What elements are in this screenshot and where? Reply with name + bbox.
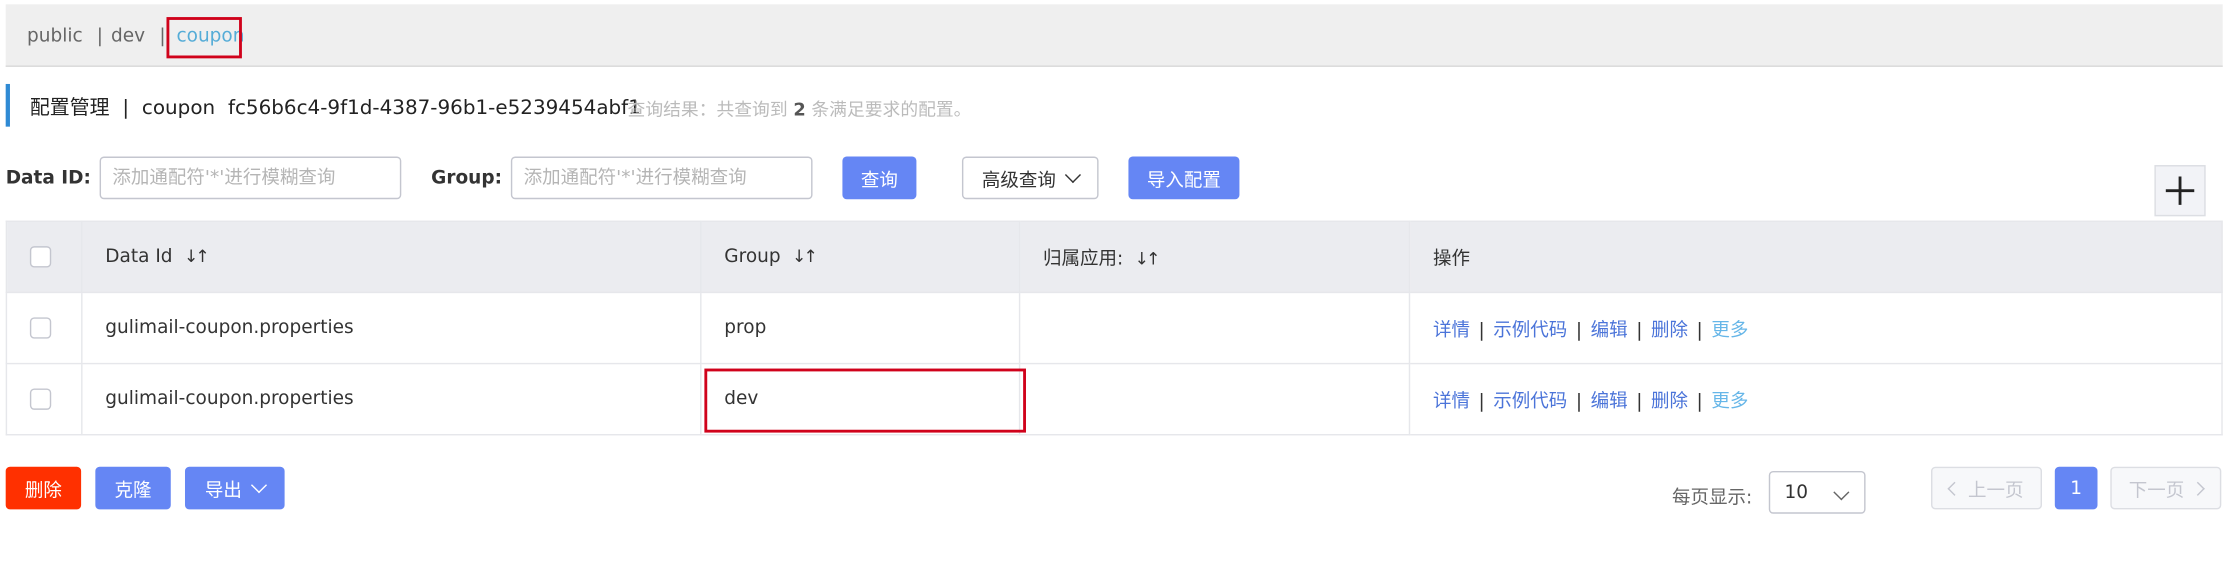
- namespace-tab-bar: public | dev | coupon: [5, 4, 2223, 67]
- page-size-label: 每页显示:: [1672, 488, 1753, 510]
- edit-link[interactable]: 编辑: [1591, 391, 1628, 412]
- detail-link[interactable]: 详情: [1433, 320, 1470, 341]
- chevron-down-icon: [1064, 166, 1081, 183]
- column-header-group[interactable]: Group ↓↑: [700, 220, 1021, 294]
- action-separator: |: [1636, 320, 1643, 342]
- table-row: gulimail-coupon.properties dev 详情 | 示例代码 | 编…: [5, 362, 2223, 436]
- column-header-app[interactable]: 归属应用: ↓↑: [1018, 220, 1411, 294]
- current-page-button[interactable]: 1: [2054, 466, 2098, 510]
- action-separator: |: [1696, 391, 1703, 413]
- next-page-label: 下一页: [2128, 480, 2185, 502]
- chevron-down-icon: [1833, 484, 1850, 501]
- plus-icon: [2165, 176, 2195, 205]
- data-id-cell: gulimail-coupon.properties: [81, 291, 702, 365]
- chevron-right-icon: [2190, 481, 2205, 496]
- sort-icon[interactable]: ↓↑: [184, 246, 210, 266]
- clone-button[interactable]: 克隆: [95, 466, 171, 510]
- next-page-button[interactable]: 下一页: [2110, 466, 2222, 510]
- column-label: 归属应用:: [1043, 249, 1124, 271]
- query-result-count: 2: [793, 98, 806, 120]
- page-root: public | dev | coupon 配置管理 | coupon fc56b6c…: [0, 0, 2226, 569]
- page-size-value: 10: [1784, 482, 1808, 504]
- sample-code-link[interactable]: 示例代码: [1493, 320, 1567, 341]
- delete-link[interactable]: 删除: [1651, 320, 1688, 341]
- action-separator: |: [1478, 391, 1485, 413]
- prev-page-label: 上一页: [1967, 480, 2024, 502]
- table-header-row: Data Id ↓↑ Group ↓↑ 归属应用: ↓↑ 操作: [5, 220, 2223, 294]
- namespace-separator: |: [159, 25, 166, 47]
- column-label: Group: [724, 246, 781, 268]
- import-config-button[interactable]: 导入配置: [1128, 156, 1240, 200]
- column-label: Data Id: [105, 246, 173, 268]
- advanced-query-button[interactable]: 高级查询: [961, 156, 1099, 200]
- query-result-prefix: 查询结果：共查询到: [627, 98, 788, 120]
- row-select-cell: [5, 291, 83, 365]
- action-separator: |: [1696, 320, 1703, 342]
- select-all-cell: [5, 220, 83, 294]
- namespace-separator: |: [96, 25, 104, 47]
- title-namespace-id: fc56b6c4-9f1d-4387-96b1-e5239454abf1: [227, 96, 641, 120]
- advanced-query-label: 高级查询: [981, 170, 1056, 192]
- query-result-text: 查询结果：共查询到 2 条满足要求的配置。: [628, 94, 972, 121]
- action-separator: |: [1575, 391, 1583, 413]
- row-checkbox[interactable]: [29, 388, 52, 410]
- group-search-input[interactable]: [510, 156, 813, 200]
- title-namespace-name: coupon: [141, 96, 216, 120]
- sample-code-link[interactable]: 示例代码: [1493, 391, 1567, 412]
- table-row: gulimail-coupon.properties prop 详情 | 示例代码 |…: [5, 291, 2223, 365]
- highlight-box-group-cell: [704, 368, 1026, 433]
- more-link[interactable]: 更多: [1711, 320, 1748, 341]
- action-separator: |: [1478, 320, 1485, 342]
- column-label: 操作: [1432, 249, 1470, 271]
- chevron-left-icon: [1947, 481, 1962, 496]
- select-all-checkbox[interactable]: [29, 246, 52, 268]
- title-separator: |: [122, 96, 130, 120]
- add-config-button[interactable]: [2154, 165, 2206, 217]
- actions-cell: 详情 | 示例代码 | 编辑 | 删除 | 更多: [1408, 362, 2223, 436]
- data-id-label: Data ID:: [5, 167, 91, 190]
- row-checkbox[interactable]: [29, 317, 52, 339]
- chevron-down-icon: [250, 476, 268, 493]
- prev-page-button[interactable]: 上一页: [1931, 466, 2043, 510]
- action-separator: |: [1636, 391, 1643, 413]
- edit-link[interactable]: 编辑: [1591, 320, 1628, 341]
- row-select-cell: [5, 362, 83, 436]
- group-label: Group:: [431, 167, 503, 190]
- column-header-data-id[interactable]: Data Id ↓↑: [81, 220, 702, 294]
- namespace-tab-public[interactable]: public: [27, 26, 83, 47]
- sort-icon[interactable]: ↓↑: [1135, 249, 1161, 269]
- detail-link[interactable]: 详情: [1433, 391, 1470, 412]
- highlight-box-namespace: [166, 17, 242, 59]
- data-id-search-input[interactable]: [99, 156, 402, 200]
- page-size-select[interactable]: 10: [1768, 471, 1866, 514]
- page-title: 配置管理 | coupon fc56b6c4-9f1d-4387-96b1-e5239…: [30, 92, 641, 120]
- app-cell: [1018, 362, 1411, 436]
- group-cell: prop: [700, 291, 1021, 365]
- page-title-bar: 配置管理 | coupon fc56b6c4-9f1d-4387-96b1-e5239…: [5, 83, 641, 127]
- sort-icon[interactable]: ↓↑: [792, 246, 818, 266]
- title-section: 配置管理: [29, 96, 110, 120]
- export-label: 导出: [204, 480, 242, 502]
- column-header-actions: 操作: [1408, 220, 2223, 294]
- query-result-suffix: 条满足要求的配置。: [811, 98, 972, 120]
- delete-link[interactable]: 删除: [1651, 391, 1688, 412]
- config-table: Data Id ↓↑ Group ↓↑ 归属应用: ↓↑ 操作 gulimail-co…: [5, 220, 2223, 436]
- batch-delete-button[interactable]: 删除: [5, 466, 82, 510]
- actions-cell: 详情 | 示例代码 | 编辑 | 删除 | 更多: [1408, 291, 2223, 365]
- namespace-tab-dev[interactable]: dev: [111, 26, 145, 47]
- query-button[interactable]: 查询: [842, 156, 917, 200]
- action-separator: |: [1575, 320, 1583, 342]
- app-cell: [1018, 291, 1411, 365]
- data-id-cell: gulimail-coupon.properties: [81, 362, 702, 436]
- more-link[interactable]: 更多: [1711, 391, 1748, 412]
- export-button[interactable]: 导出: [184, 466, 285, 510]
